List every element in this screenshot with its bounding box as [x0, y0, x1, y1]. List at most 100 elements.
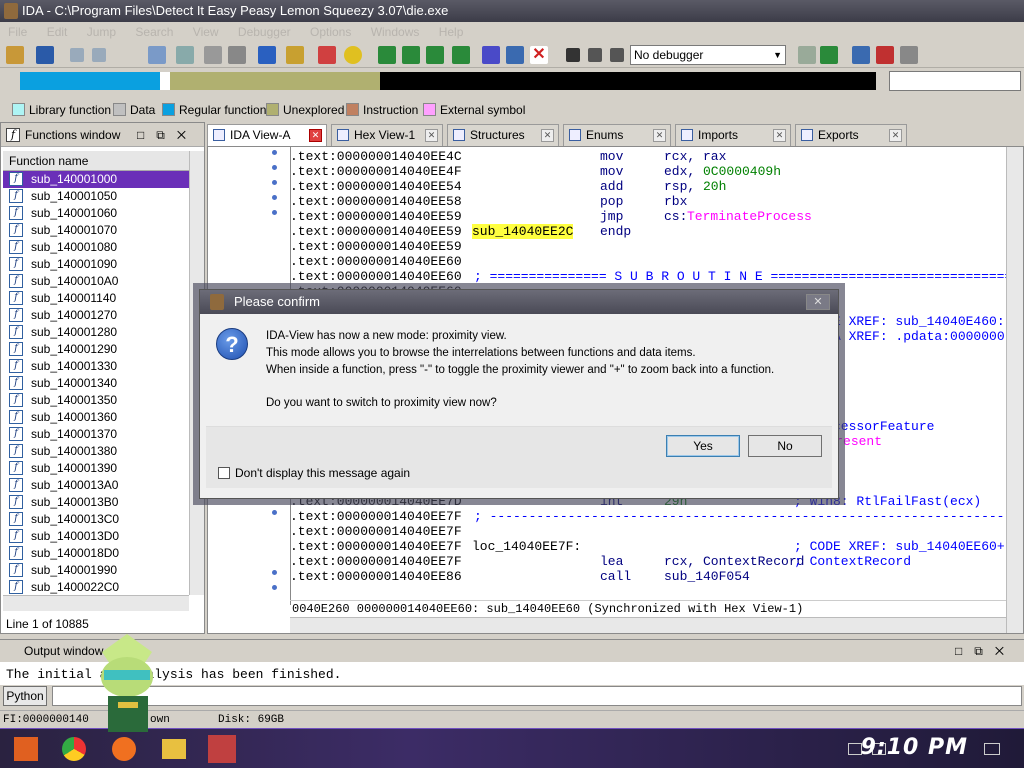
function-list-item[interactable]: f sub_140001090 — [3, 256, 189, 273]
toolbar-tool-icon[interactable] — [820, 46, 838, 64]
tab-exports[interactable]: Exports ✕ — [795, 124, 907, 146]
window-controls[interactable]: □⧉✕ — [955, 640, 1016, 662]
toolbar-tool-icon[interactable] — [900, 46, 918, 64]
toolbar-tool-icon[interactable] — [204, 46, 222, 64]
toolbar-tool-icon[interactable] — [452, 46, 470, 64]
function-list-item[interactable]: f sub_1400013A0 — [3, 477, 189, 494]
disasm-line[interactable]: .text:000000014040EE4C mov rcx, rax — [290, 149, 1006, 164]
toolbar-tool-icon[interactable] — [482, 46, 500, 64]
disasm-line[interactable]: .text:000000014040EE60 ; =============== … — [290, 269, 1006, 284]
function-list-item[interactable]: f sub_140001050 — [3, 188, 189, 205]
disasm-line[interactable]: .text:000000014040EE58 pop rbx — [290, 194, 1006, 209]
ida-taskbar-icon[interactable] — [208, 735, 236, 763]
function-list-item[interactable]: f sub_140001390 — [3, 460, 189, 477]
menu-help[interactable]: Help — [439, 25, 464, 39]
start-button-icon[interactable] — [14, 737, 38, 761]
disasm-line[interactable]: .text:000000014040EE59 sub_14040EE2C endp — [290, 224, 1006, 239]
toolbar-tool-icon[interactable] — [402, 46, 420, 64]
function-list-item[interactable]: f sub_1400010A0 — [3, 273, 189, 290]
checkbox-box[interactable] — [218, 467, 230, 479]
dont-display-checkbox[interactable]: Don't display this message again — [218, 467, 410, 480]
debugger-select[interactable]: No debugger ▼ — [630, 45, 786, 65]
menu-windows[interactable]: Windows — [371, 25, 420, 39]
search-icon[interactable] — [286, 46, 304, 64]
ida-horizontal-scrollbar[interactable] — [290, 617, 1006, 633]
tab-ida-view-a[interactable]: IDA View-A ✕ — [207, 124, 327, 146]
function-list-item[interactable]: f sub_140001280 — [3, 324, 189, 341]
function-list-item[interactable]: f sub_140001380 — [3, 443, 189, 460]
tab-hex-view-1[interactable]: Hex View-1 ✕ — [331, 124, 443, 146]
tab-imports[interactable]: Imports ✕ — [675, 124, 791, 146]
navigation-combo[interactable] — [889, 71, 1021, 91]
tab-enums[interactable]: Enums ✕ — [563, 124, 671, 146]
tab-close-icon[interactable]: ✕ — [541, 129, 554, 142]
function-list-item[interactable]: f sub_140001060 — [3, 205, 189, 222]
function-list-item[interactable]: f sub_1400013C0 — [3, 511, 189, 528]
toolbar-tool-icon[interactable] — [426, 46, 444, 64]
open-folder-icon[interactable] — [6, 46, 24, 64]
disasm-line[interactable]: .text:000000014040EE7F loc_14040EE7F: ; CO… — [290, 539, 1006, 554]
navigation-strip[interactable] — [20, 72, 876, 90]
menu-view[interactable]: View — [193, 25, 219, 39]
firefox-icon[interactable] — [112, 737, 136, 761]
menu-jump[interactable]: Jump — [87, 25, 116, 39]
tab-structures[interactable]: Structures ✕ — [447, 124, 559, 146]
function-list-item[interactable]: f sub_140001330 — [3, 358, 189, 375]
file-explorer-icon[interactable] — [162, 739, 186, 759]
chrome-icon[interactable] — [62, 737, 86, 761]
functions-horizontal-scrollbar[interactable] — [3, 595, 189, 611]
pause-icon[interactable] — [588, 48, 602, 62]
no-button[interactable]: No — [748, 435, 822, 457]
play-icon[interactable] — [566, 48, 580, 62]
function-list-item[interactable]: f sub_140001000 — [3, 171, 189, 188]
taskbar-clock[interactable]: 9:10 PM — [861, 735, 968, 760]
function-list-item[interactable]: f sub_140001070 — [3, 222, 189, 239]
function-list-item[interactable]: f sub_1400013B0 — [3, 494, 189, 511]
back-arrow-icon[interactable] — [70, 48, 84, 62]
disasm-line[interactable]: .text:000000014040EE59 jmp cs: TerminatePro… — [290, 209, 1006, 224]
delete-icon[interactable]: ✕ — [530, 46, 548, 64]
tab-close-icon[interactable]: ✕ — [889, 129, 902, 142]
function-list-item[interactable]: f sub_140001290 — [3, 341, 189, 358]
notifications-icon[interactable] — [984, 743, 1000, 755]
disasm-line[interactable]: .text:000000014040EE7F lea rcx, ContextRec… — [290, 554, 1006, 569]
function-list-item[interactable]: f sub_140001990 — [3, 562, 189, 579]
toolbar-tool-icon[interactable] — [876, 46, 894, 64]
function-list-item[interactable]: f sub_140001340 — [3, 375, 189, 392]
disasm-line[interactable]: .text:000000014040EE86 call sub_140F054 — [290, 569, 1006, 584]
ida-vertical-scrollbar[interactable] — [1006, 147, 1023, 633]
create-function-icon[interactable] — [378, 46, 396, 64]
yes-button[interactable]: Yes — [666, 435, 740, 457]
tab-close-icon[interactable]: ✕ — [653, 129, 666, 142]
smiley-icon[interactable] — [344, 46, 362, 64]
forward-arrow-icon[interactable] — [92, 48, 106, 62]
disasm-line[interactable]: .text:000000014040EE7F ; ----------------… — [290, 509, 1006, 524]
toolbar-tool-icon[interactable] — [176, 46, 194, 64]
function-list-item[interactable]: f sub_140001270 — [3, 307, 189, 324]
tab-close-icon[interactable]: ✕ — [773, 129, 786, 142]
menu-edit[interactable]: Edit — [47, 25, 68, 39]
function-list-item[interactable]: f sub_1400018D0 — [3, 545, 189, 562]
function-list-item[interactable]: f sub_140001350 — [3, 392, 189, 409]
function-list-item[interactable]: f sub_140001370 — [3, 426, 189, 443]
menu-file[interactable]: File — [8, 25, 27, 39]
toolbar-tool-icon[interactable] — [148, 46, 166, 64]
disasm-line[interactable]: .text:000000014040EE54 add rsp, 20h — [290, 179, 1006, 194]
python-button[interactable]: Python — [3, 686, 47, 706]
menu-options[interactable]: Options — [310, 25, 351, 39]
function-list-item[interactable]: f sub_1400013D0 — [3, 528, 189, 545]
toolbar-tool-icon[interactable] — [852, 46, 870, 64]
menu-debugger[interactable]: Debugger — [238, 25, 291, 39]
function-list-item[interactable]: f sub_1400022C0 — [3, 579, 189, 595]
menu-search[interactable]: Search — [135, 25, 173, 39]
toolbar-tool-icon[interactable] — [228, 46, 246, 64]
disasm-line[interactable]: .text:000000014040EE4F mov edx, 0C0000409h — [290, 164, 1006, 179]
stop-icon[interactable] — [610, 48, 624, 62]
toolbar-tool-icon[interactable] — [798, 46, 816, 64]
graph-icon[interactable] — [318, 46, 336, 64]
column-header-function-name[interactable]: Function name — [3, 151, 189, 171]
function-list-item[interactable]: f sub_140001140 — [3, 290, 189, 307]
disasm-line[interactable]: .text:000000014040EE7F — [290, 524, 1006, 539]
jump-down-icon[interactable] — [258, 46, 276, 64]
python-command-input[interactable] — [52, 686, 1022, 706]
